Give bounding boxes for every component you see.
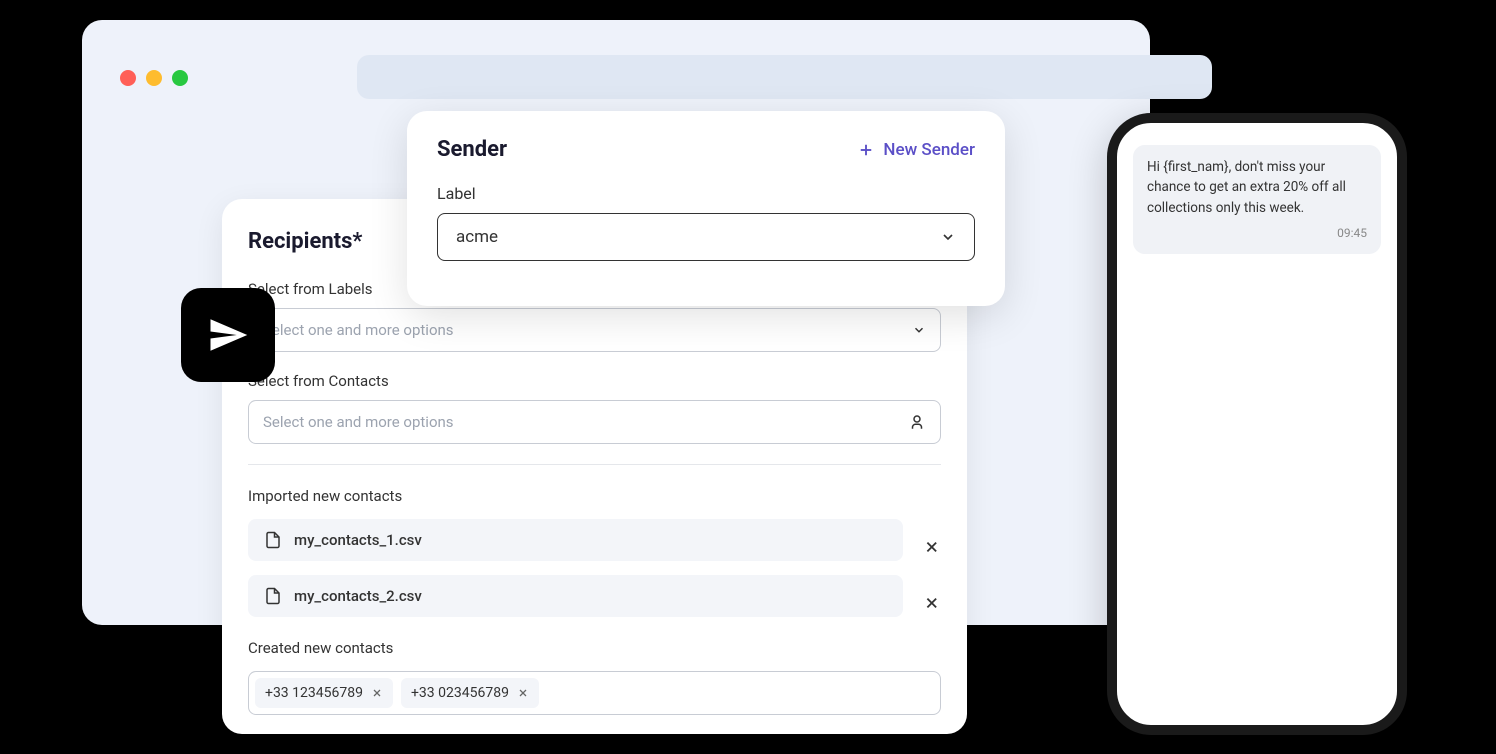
plus-icon [857, 141, 875, 159]
new-sender-button[interactable]: New Sender [857, 140, 975, 160]
window-maximize-button[interactable] [172, 70, 188, 86]
address-bar[interactable] [357, 55, 1212, 99]
send-icon [207, 314, 249, 356]
created-contacts-input[interactable]: +33 123456789 +33 023456789 [248, 671, 941, 715]
file-name-2: my_contacts_2.csv [294, 587, 422, 605]
labels-select[interactable]: Select one and more options [248, 308, 941, 352]
file-chip-1: my_contacts_1.csv [248, 519, 903, 561]
new-sender-label: New Sender [883, 140, 975, 160]
sender-field-label: Label [437, 184, 975, 203]
tag-value-2: +33 023456789 [411, 685, 509, 701]
person-icon [908, 413, 926, 431]
close-icon[interactable] [371, 687, 383, 699]
window-close-button[interactable] [120, 70, 136, 86]
contact-tag-2: +33 023456789 [401, 678, 539, 708]
window-minimize-button[interactable] [146, 70, 162, 86]
labels-placeholder: Select one and more options [263, 321, 454, 339]
traffic-lights [120, 70, 188, 86]
phone-mockup: Hi {first_nam}, don't miss your chance t… [1107, 113, 1407, 735]
chevron-down-icon [912, 323, 926, 337]
sender-title: Sender [437, 137, 507, 162]
chevron-down-icon [940, 229, 956, 245]
file-name-1: my_contacts_1.csv [294, 531, 422, 549]
contacts-field-label: Select from Contacts [248, 372, 941, 390]
tag-value-1: +33 123456789 [265, 685, 363, 701]
close-icon[interactable] [923, 594, 941, 612]
send-badge [181, 288, 275, 382]
file-chip-2: my_contacts_2.csv [248, 575, 903, 617]
sender-label-select[interactable]: acme [437, 213, 975, 261]
file-row-1: my_contacts_1.csv [248, 519, 941, 575]
message-text: Hi {first_nam}, don't miss your chance t… [1147, 157, 1367, 218]
contacts-select[interactable]: Select one and more options [248, 400, 941, 444]
message-bubble: Hi {first_nam}, don't miss your chance t… [1133, 145, 1381, 254]
contact-tag-1: +33 123456789 [255, 678, 393, 708]
close-icon[interactable] [923, 538, 941, 556]
file-row-2: my_contacts_2.csv [248, 575, 941, 631]
file-icon [264, 587, 282, 605]
sender-header: Sender New Sender [437, 137, 975, 162]
contacts-placeholder: Select one and more options [263, 413, 454, 431]
message-time: 09:45 [1147, 224, 1367, 242]
sender-card: Sender New Sender Label acme [407, 111, 1005, 306]
created-contacts-label: Created new contacts [248, 639, 941, 657]
close-icon[interactable] [517, 687, 529, 699]
divider [248, 464, 941, 465]
imported-contacts-label: Imported new contacts [248, 487, 941, 505]
file-icon [264, 531, 282, 549]
sender-selected-value: acme [456, 227, 498, 247]
